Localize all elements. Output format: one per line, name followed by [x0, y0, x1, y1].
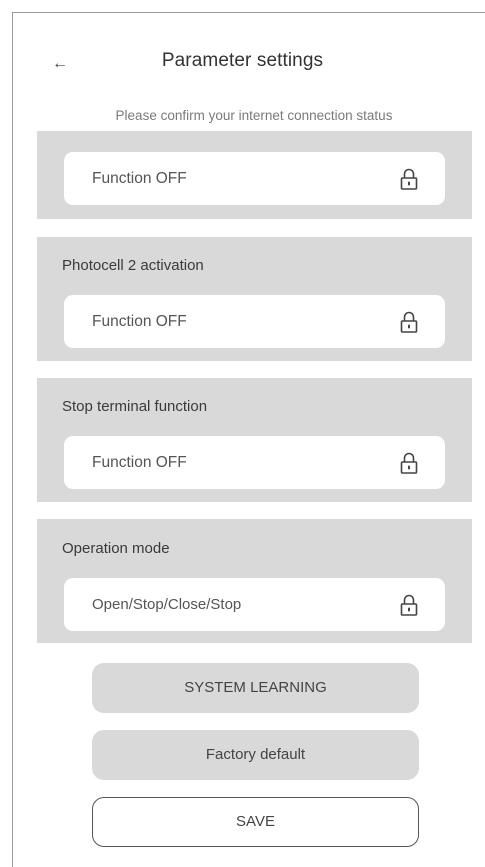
setting-field-1[interactable]: Function OFF — [64, 152, 445, 205]
lock-icon — [400, 311, 418, 333]
system-learning-button[interactable]: SYSTEM LEARNING — [92, 663, 419, 713]
lock-icon — [400, 168, 418, 190]
setting-field-photocell-2[interactable]: Function OFF — [64, 295, 445, 348]
setting-field-operation-mode[interactable]: Open/Stop/Close/Stop — [64, 578, 445, 631]
setting-card-operation-mode: Operation mode Open/Stop/Close/Stop — [37, 519, 472, 643]
setting-value: Function OFF — [92, 313, 187, 330]
connection-status-note: Please confirm your internet connection … — [115, 108, 393, 123]
lock-icon — [400, 594, 418, 616]
setting-field-stop-terminal[interactable]: Function OFF — [64, 436, 445, 489]
setting-card-photocell-2: Photocell 2 activation Function OFF — [37, 237, 472, 361]
lock-icon — [400, 452, 418, 474]
setting-value: Function OFF — [92, 170, 187, 187]
setting-value: Open/Stop/Close/Stop — [92, 596, 242, 613]
setting-card-1: Function OFF — [37, 131, 472, 219]
setting-card-stop-terminal: Stop terminal function Function OFF — [37, 378, 472, 502]
setting-label: Operation mode — [62, 540, 170, 557]
page-title: Parameter settings — [161, 50, 324, 71]
setting-label: Stop terminal function — [62, 398, 208, 415]
save-button[interactable]: SAVE — [92, 797, 419, 847]
factory-default-button[interactable]: Factory default — [92, 730, 419, 780]
setting-value: Function OFF — [92, 454, 187, 471]
setting-label: Photocell 2 activation — [62, 257, 204, 274]
